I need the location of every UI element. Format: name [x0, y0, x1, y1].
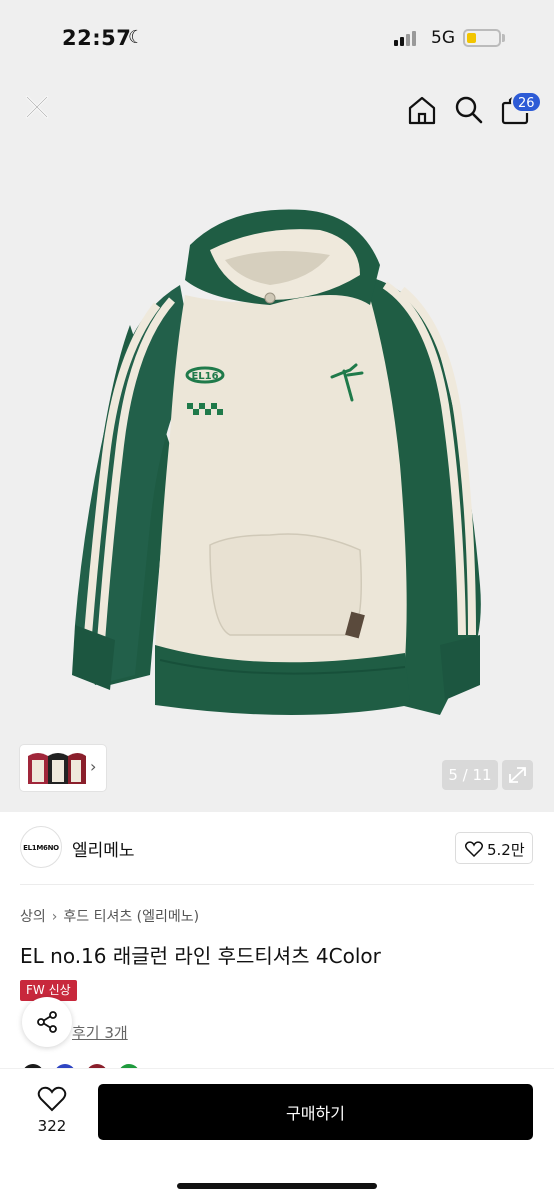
wishlist-button[interactable]: 322 [28, 1085, 76, 1139]
share-button[interactable] [22, 997, 72, 1047]
review-link[interactable]: 후기 3개 [72, 1022, 128, 1043]
home-icon[interactable] [405, 93, 439, 127]
close-icon[interactable] [20, 90, 54, 124]
breadcrumb-item-category[interactable]: 상의 [20, 909, 46, 925]
color-thumbnails[interactable]: › [20, 745, 106, 791]
chevron-right-icon: › [90, 757, 97, 776]
signal-icon [394, 30, 418, 46]
battery-level [467, 33, 476, 43]
battery-tip [502, 34, 505, 42]
product-title: EL no.16 래글런 라인 후드티셔츠 4Color [20, 944, 381, 968]
brand-name[interactable]: 엘리메노 [72, 836, 135, 861]
wishlist-count: 322 [37, 1117, 67, 1135]
share-icon [37, 1011, 57, 1033]
search-icon[interactable] [452, 93, 486, 127]
status-bar: 22:57 ☾ 5G [0, 0, 554, 76]
thumbnail-images [28, 753, 86, 784]
battery-icon [463, 29, 501, 47]
product-photo[interactable]: EL16 [60, 205, 490, 730]
moon-icon: ☾ [128, 27, 145, 48]
gallery-page-indicator: 5 / 11 [442, 760, 498, 790]
buy-button[interactable]: 구매하기 [98, 1084, 533, 1140]
status-time: 22:57 [62, 26, 132, 50]
breadcrumb-item-subcategory[interactable]: 후드 티셔츠 (엘리메노) [63, 909, 199, 925]
brand-logo[interactable]: EL1M6NO [20, 826, 62, 868]
heart-icon [37, 1086, 67, 1112]
breadcrumb-separator: › [51, 909, 58, 925]
breadcrumb: 상의 › 후드 티셔츠 (엘리메노) [20, 906, 199, 926]
expand-icon[interactable] [502, 760, 533, 790]
heart-icon [465, 841, 483, 857]
network-type: 5G [431, 28, 455, 48]
cart-count-badge: 26 [511, 91, 542, 113]
home-indicator [177, 1183, 377, 1189]
brand-like-button[interactable]: 5.2만 [455, 832, 533, 864]
divider [20, 884, 534, 885]
chest-logo-text: EL16 [191, 371, 218, 382]
brand-like-count: 5.2만 [487, 841, 525, 859]
